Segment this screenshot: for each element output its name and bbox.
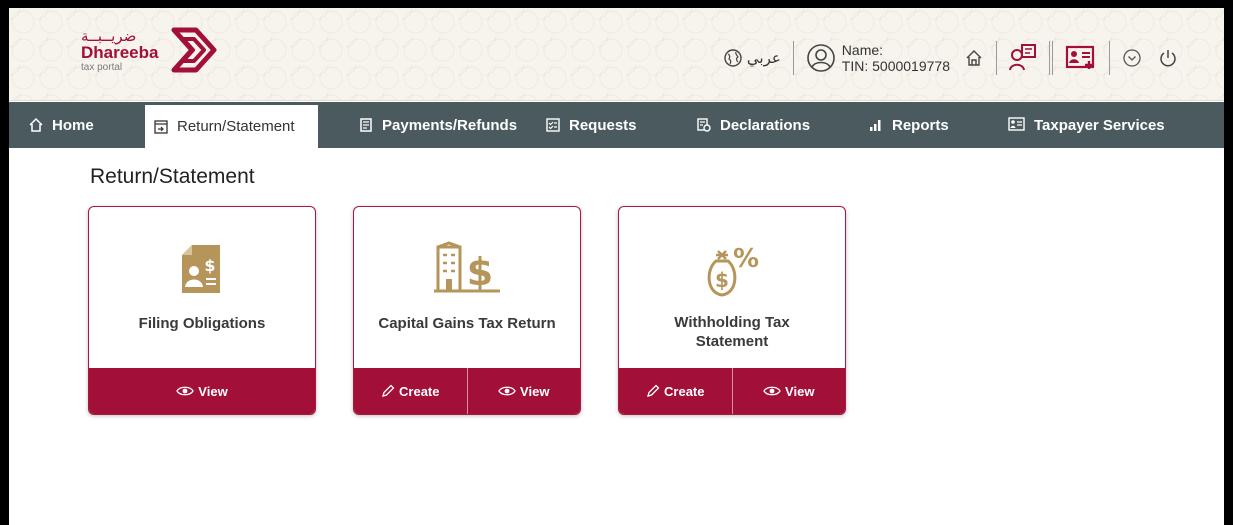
people-icon xyxy=(1009,44,1036,71)
card-title: Withholding Tax Statement xyxy=(629,313,835,351)
card-filing-obligations: $ Filing Obligations View xyxy=(88,206,316,415)
eye-icon xyxy=(763,386,781,396)
logo-mark-icon xyxy=(171,27,217,73)
user-info[interactable]: Name: TIN: 5000019778 xyxy=(806,42,950,74)
taxpayer-services-icon xyxy=(1008,117,1025,131)
pencil-icon xyxy=(382,384,395,397)
nav-home[interactable]: Home xyxy=(9,102,145,148)
nav-requests[interactable]: Requests xyxy=(544,102,696,148)
svg-text:%: % xyxy=(733,244,759,274)
card-title-line2: Statement xyxy=(695,333,769,350)
header-toolbar: عربي Name: TIN: 5000019778 xyxy=(723,38,1178,78)
card-title: Capital Gains Tax Return xyxy=(378,315,556,332)
nav-label: Declarations xyxy=(720,116,811,134)
nav-label: Taxpayer Services xyxy=(1034,116,1165,134)
return-icon xyxy=(154,119,168,134)
main-nav: Home Return/Statement Payments/Refunds R… xyxy=(9,102,1224,148)
user-lines: Name: TIN: 5000019778 xyxy=(842,42,950,74)
language-switch[interactable]: عربي xyxy=(723,48,781,68)
nav-reports[interactable]: Reports xyxy=(868,102,1008,148)
home-icon xyxy=(966,50,982,66)
card-actions: Create View xyxy=(619,368,845,414)
logo-english: Dhareeba xyxy=(81,42,159,62)
create-button[interactable]: Create xyxy=(354,368,467,414)
logo[interactable]: ضريــبــة Dhareeba tax portal xyxy=(81,22,218,78)
svg-text:$: $ xyxy=(467,250,493,294)
user-name-label: Name: xyxy=(841,42,884,58)
id-card-icon xyxy=(1065,45,1095,69)
card-withholding-tax: $ % Withholding Tax Statement Create Vie… xyxy=(618,206,846,415)
view-button[interactable]: View xyxy=(466,368,581,414)
view-button[interactable]: View xyxy=(89,368,315,414)
filing-icon: $ xyxy=(182,245,220,293)
user-tin: TIN: 5000019778 xyxy=(841,58,950,74)
home-icon xyxy=(29,117,43,132)
home-button[interactable] xyxy=(964,48,984,68)
requests-icon xyxy=(546,118,560,132)
logout-button[interactable] xyxy=(1158,48,1178,68)
power-icon xyxy=(1160,50,1176,67)
reports-icon xyxy=(870,120,881,131)
card-title: Filing Obligations xyxy=(138,315,266,332)
view-label: View xyxy=(785,383,815,399)
pencil-icon xyxy=(647,384,660,397)
create-label: Create xyxy=(664,383,705,399)
declarations-icon xyxy=(697,118,711,132)
header: ضريــبــة Dhareeba tax portal عربي Name:… xyxy=(9,8,1224,101)
payments-icon xyxy=(360,118,372,132)
delegation-button[interactable] xyxy=(1009,43,1037,73)
divider xyxy=(996,41,997,75)
divider xyxy=(1049,41,1053,75)
nav-label: Home xyxy=(52,116,94,134)
svg-text:$: $ xyxy=(204,256,215,275)
profile-card-button[interactable] xyxy=(1065,45,1097,71)
create-button[interactable]: Create xyxy=(619,368,732,414)
nav-label: Reports xyxy=(892,116,949,134)
nav-label: Payments/Refunds xyxy=(382,116,518,134)
divider xyxy=(792,41,794,75)
card-title-line1: Withholding Tax xyxy=(674,314,790,331)
nav-return-statement[interactable]: Return/Statement xyxy=(145,102,318,148)
capital-gains-icon: $ xyxy=(434,241,500,294)
card-icon: $ xyxy=(354,241,580,297)
divider xyxy=(1109,41,1110,75)
logo-arabic: ضريــبــة xyxy=(81,26,137,45)
card-icon: $ % xyxy=(619,241,845,299)
nav-label: Return/Statement xyxy=(177,118,295,135)
nav-label: Requests xyxy=(569,116,637,134)
globe-icon xyxy=(724,49,742,67)
page-title: Return/Statement xyxy=(90,165,255,188)
card-actions: View xyxy=(89,368,315,414)
view-label: View xyxy=(520,383,550,399)
money-bag-percent-icon: $ % xyxy=(707,244,759,297)
nav-taxpayer-services[interactable]: Taxpayer Services xyxy=(1008,102,1224,148)
language-label: عربي xyxy=(746,49,781,67)
card-icon: $ xyxy=(89,241,315,297)
svg-text:$: $ xyxy=(715,268,729,292)
card-capital-gains: $ Capital Gains Tax Return Create View xyxy=(353,206,581,415)
logo-subtitle: tax portal xyxy=(81,61,123,73)
view-label: View xyxy=(198,383,228,399)
card-actions: Create View xyxy=(354,368,580,414)
create-label: Create xyxy=(399,383,440,399)
more-dropdown-button[interactable] xyxy=(1122,48,1142,68)
chevron-down-icon xyxy=(1123,49,1141,67)
nav-declarations[interactable]: Declarations xyxy=(696,102,868,148)
view-button[interactable]: View xyxy=(731,368,846,414)
eye-icon xyxy=(498,386,516,396)
nav-payments-refunds[interactable]: Payments/Refunds xyxy=(318,102,544,148)
eye-icon xyxy=(176,386,195,396)
app-frame: ضريــبــة Dhareeba tax portal عربي Name:… xyxy=(9,8,1224,525)
user-circle-icon xyxy=(806,44,835,72)
logo-text: ضريــبــة Dhareeba tax portal xyxy=(81,28,158,73)
